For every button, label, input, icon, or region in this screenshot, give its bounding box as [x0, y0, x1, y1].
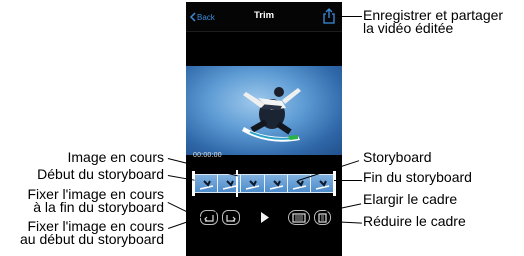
callout-fix-end: Fixer l'image en cours à la fin du story…: [28, 187, 165, 215]
snowboarder-image: [242, 87, 301, 142]
storyboard-frame: [310, 175, 333, 192]
share-button[interactable]: [322, 8, 336, 24]
nav-bar: Back Trim: [186, 2, 342, 32]
page-title: Trim: [253, 10, 275, 21]
phone-screen: Back Trim 00:00:00: [186, 2, 342, 256]
leader-line-storyboard-end: [334, 180, 362, 181]
callout-storyboard-end: Fin du storyboard: [363, 169, 472, 185]
callout-current-frame: Image en cours: [67, 149, 165, 165]
callout-fix-end-line2: à la fin du storyboard: [33, 199, 164, 215]
storyboard-strip[interactable]: [194, 174, 334, 193]
storyboard-frame: [264, 175, 288, 192]
callout-storyboard-start: Début du storyboard: [37, 166, 164, 182]
callout-shrink: Réduire le cadre: [363, 213, 466, 229]
callout-share-line2: la vidéo éditée: [363, 20, 454, 36]
fix-frame-start-button[interactable]: [222, 210, 240, 225]
leader-line-play: [263, 228, 264, 238]
callout-expand: Elargir le cadre: [363, 191, 458, 207]
callout-fix-start-line2: au début du storyboard: [20, 231, 164, 247]
expand-frame-button[interactable]: [288, 210, 310, 225]
storyboard-start-handle[interactable]: [192, 171, 195, 196]
play-icon: [261, 212, 269, 223]
share-icon: [323, 8, 335, 24]
storyboard-frame: [241, 175, 265, 192]
timecode-label: 00:00:00: [193, 152, 222, 159]
callout-share: Enregistrer et partager la vidéo éditée: [363, 8, 503, 36]
callout-play: Lire la vidéo: [216, 236, 292, 252]
play-button[interactable]: [260, 211, 270, 224]
callout-fix-start: Fixer l'image en cours au début du story…: [20, 219, 164, 247]
set-start-icon: [226, 214, 236, 222]
storyboard-frame: [195, 175, 219, 192]
callout-storyboard: Storyboard: [363, 149, 432, 165]
shrink-frame-icon: [318, 212, 327, 223]
leader-line-share: [336, 16, 362, 17]
storyboard-end-handle[interactable]: [333, 171, 336, 196]
video-preview[interactable]: [186, 66, 342, 155]
expand-frame-icon: [292, 212, 306, 223]
